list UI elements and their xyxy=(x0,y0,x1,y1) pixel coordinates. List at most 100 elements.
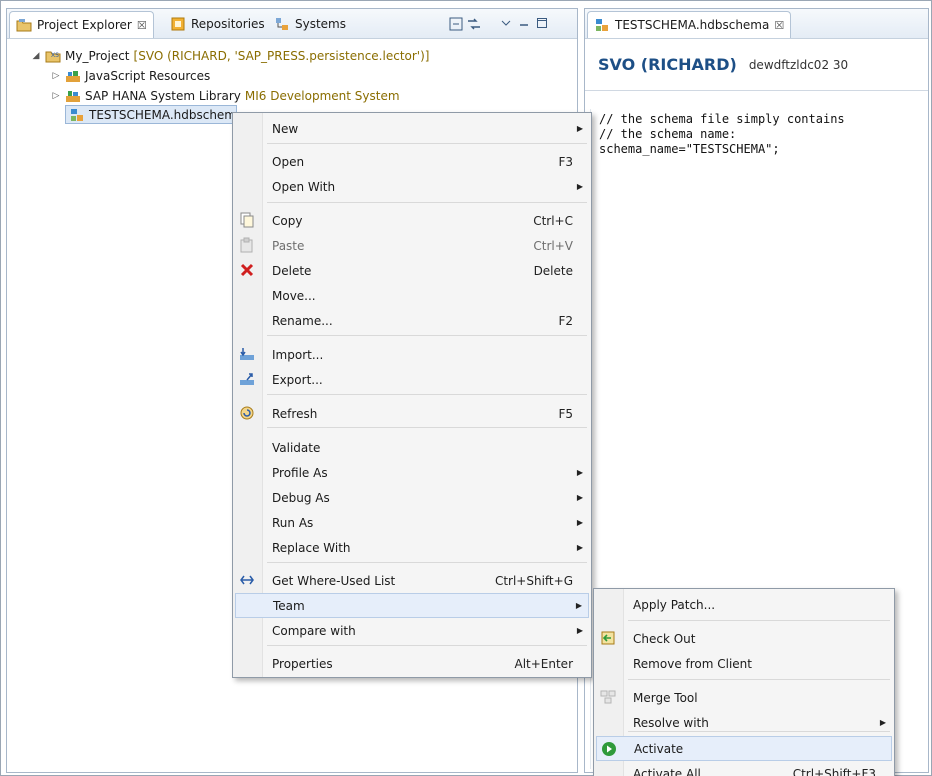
copy-icon xyxy=(239,212,255,228)
collapse-all-icon[interactable] xyxy=(447,17,465,33)
refresh-icon xyxy=(239,405,255,421)
svg-text:XS: XS xyxy=(51,52,59,59)
system-library-decoration: MI6 Development System xyxy=(244,89,400,103)
menu-item-export[interactable]: Export... xyxy=(235,367,589,392)
menu-item-label: Open xyxy=(272,154,305,169)
submenu-arrow-icon: ▶ xyxy=(576,468,583,477)
menu-item-activate-all[interactable]: Activate All... Ctrl+Shift+F3 xyxy=(596,761,892,776)
tab-project-explorer[interactable]: Project Explorer ☒ xyxy=(9,11,154,38)
menu-item-check-out[interactable]: Check Out xyxy=(596,626,892,651)
tree-item-project[interactable]: ◢ XS My_Project [SVO (RICHARD, 'SAP_PRES… xyxy=(31,46,430,66)
javascript-resources-icon xyxy=(65,68,81,84)
menu-separator xyxy=(267,645,587,646)
menu-item-label: Properties xyxy=(272,656,333,671)
submenu-arrow-icon: ▶ xyxy=(879,718,886,727)
tab-schema-editor[interactable]: TESTSCHEMA.hdbschema ☒ xyxy=(587,11,792,38)
submenu-arrow-icon: ▶ xyxy=(576,518,583,527)
menu-item-compare-with[interactable]: Compare with ▶ xyxy=(235,618,589,643)
menu-item-shortcut: Ctrl+V xyxy=(533,238,573,253)
menu-item-profile-as[interactable]: Profile As ▶ xyxy=(235,460,589,485)
menu-item-import[interactable]: Import... xyxy=(235,342,589,367)
menu-item-label: Activate All... xyxy=(633,766,713,776)
tab-close-icon[interactable]: ☒ xyxy=(774,19,784,32)
menu-item-open-with[interactable]: Open With ▶ xyxy=(235,174,589,199)
expanded-twisty-icon[interactable]: ◢ xyxy=(31,51,41,61)
project-name: My_Project xyxy=(65,49,130,63)
schema-file-label: TESTSCHEMA.hdbschema xyxy=(89,107,237,122)
editor-tabbar: TESTSCHEMA.hdbschema ☒ xyxy=(585,9,928,39)
menu-item-shortcut: F5 xyxy=(558,406,573,421)
menu-item-label: Copy xyxy=(272,213,303,228)
menu-item-refresh[interactable]: Refresh F5 xyxy=(235,401,589,426)
menu-separator xyxy=(267,143,587,144)
code-editor[interactable]: // the schema file simply contains // th… xyxy=(599,112,919,157)
menu-item-copy[interactable]: Copy Ctrl+C xyxy=(235,208,589,233)
submenu-arrow-icon: ▶ xyxy=(576,493,583,502)
collapsed-twisty-icon[interactable]: ▷ xyxy=(51,91,61,101)
editor-subtitle: dewdftzldc02 30 xyxy=(748,57,849,72)
menu-item-remove-from-client[interactable]: Remove from Client xyxy=(596,651,892,676)
menu-item-label: Run As xyxy=(272,515,314,530)
tab-project-explorer-label: Project Explorer xyxy=(37,18,132,32)
check-out-icon xyxy=(600,630,616,646)
activate-icon xyxy=(601,741,617,757)
where-used-icon xyxy=(239,572,255,588)
menu-item-delete[interactable]: Delete Delete xyxy=(235,258,589,283)
hdbschema-file-icon xyxy=(594,17,610,33)
javascript-resources-label: JavaScript Resources xyxy=(85,69,211,83)
submenu-arrow-icon: ▶ xyxy=(576,124,583,133)
import-icon xyxy=(239,346,255,362)
menu-item-label: Profile As xyxy=(272,465,328,480)
menu-item-label: Delete xyxy=(272,263,312,278)
menu-item-team[interactable]: Team ▶ xyxy=(235,593,589,618)
menu-item-get-where-used-list[interactable]: Get Where-Used List Ctrl+Shift+G xyxy=(235,568,589,593)
link-with-editor-icon[interactable] xyxy=(465,17,483,33)
menu-item-new[interactable]: New ▶ xyxy=(235,116,589,141)
minimize-icon[interactable] xyxy=(515,17,533,33)
menu-item-shortcut: Ctrl+Shift+G xyxy=(494,573,573,588)
menu-item-open[interactable]: Open F3 xyxy=(235,149,589,174)
menu-item-label: Rename... xyxy=(272,313,333,328)
menu-separator xyxy=(628,620,890,621)
menu-item-run-as[interactable]: Run As ▶ xyxy=(235,510,589,535)
hdbschema-file-icon xyxy=(69,107,85,123)
project-decoration: [SVO (RICHARD, 'SAP_PRESS.persistence.le… xyxy=(133,49,430,63)
submenu-arrow-icon: ▶ xyxy=(576,543,583,552)
maximize-icon[interactable] xyxy=(533,17,551,33)
systems-icon xyxy=(274,16,290,32)
menu-separator xyxy=(267,562,587,563)
tab-close-icon[interactable]: ☒ xyxy=(137,19,147,32)
menu-item-rename[interactable]: Rename... F2 xyxy=(235,308,589,333)
menu-item-resolve-with[interactable]: Resolve with ▶ xyxy=(596,710,892,735)
menu-separator xyxy=(267,427,587,428)
editor-tab-label: TESTSCHEMA.hdbschema xyxy=(615,18,770,32)
submenu-arrow-icon: ▶ xyxy=(575,601,582,610)
menu-item-apply-patch[interactable]: Apply Patch... xyxy=(596,592,892,617)
menu-item-debug-as[interactable]: Debug As ▶ xyxy=(235,485,589,510)
workbench-window: Project Explorer ☒ Repositories Systems xyxy=(0,0,932,776)
menu-item-validate[interactable]: Validate xyxy=(235,435,589,460)
menu-item-label: Activate xyxy=(634,741,684,756)
tree-item-schema-file[interactable]: TESTSCHEMA.hdbschema xyxy=(65,105,237,124)
merge-tool-icon xyxy=(600,689,616,705)
tree-item-system-library[interactable]: ▷ SAP HANA System Library MI6 Developmen… xyxy=(51,86,400,106)
tab-systems[interactable]: Systems xyxy=(274,14,346,34)
tree-item-javascript-resources[interactable]: ▷ JavaScript Resources xyxy=(51,66,211,86)
view-menu-icon[interactable] xyxy=(497,17,515,33)
menu-item-shortcut: Ctrl+Shift+F3 xyxy=(792,766,876,776)
paste-icon xyxy=(239,237,255,253)
menu-item-shortcut: F2 xyxy=(558,313,573,328)
menu-item-merge-tool[interactable]: Merge Tool xyxy=(596,685,892,710)
collapsed-twisty-icon[interactable]: ▷ xyxy=(51,71,61,81)
menu-item-label: Open With xyxy=(272,179,336,194)
menu-item-label: Team xyxy=(273,598,305,613)
menu-item-move[interactable]: Move... xyxy=(235,283,589,308)
system-library-label: SAP HANA System Library xyxy=(85,89,241,103)
delete-icon xyxy=(239,262,255,278)
project-icon: XS xyxy=(45,48,61,64)
menu-item-replace-with[interactable]: Replace With ▶ xyxy=(235,535,589,560)
menu-item-activate[interactable]: Activate xyxy=(596,736,892,761)
tab-repositories[interactable]: Repositories xyxy=(170,14,265,34)
menu-item-properties[interactable]: Properties Alt+Enter xyxy=(235,651,589,676)
system-library-icon xyxy=(65,88,81,104)
